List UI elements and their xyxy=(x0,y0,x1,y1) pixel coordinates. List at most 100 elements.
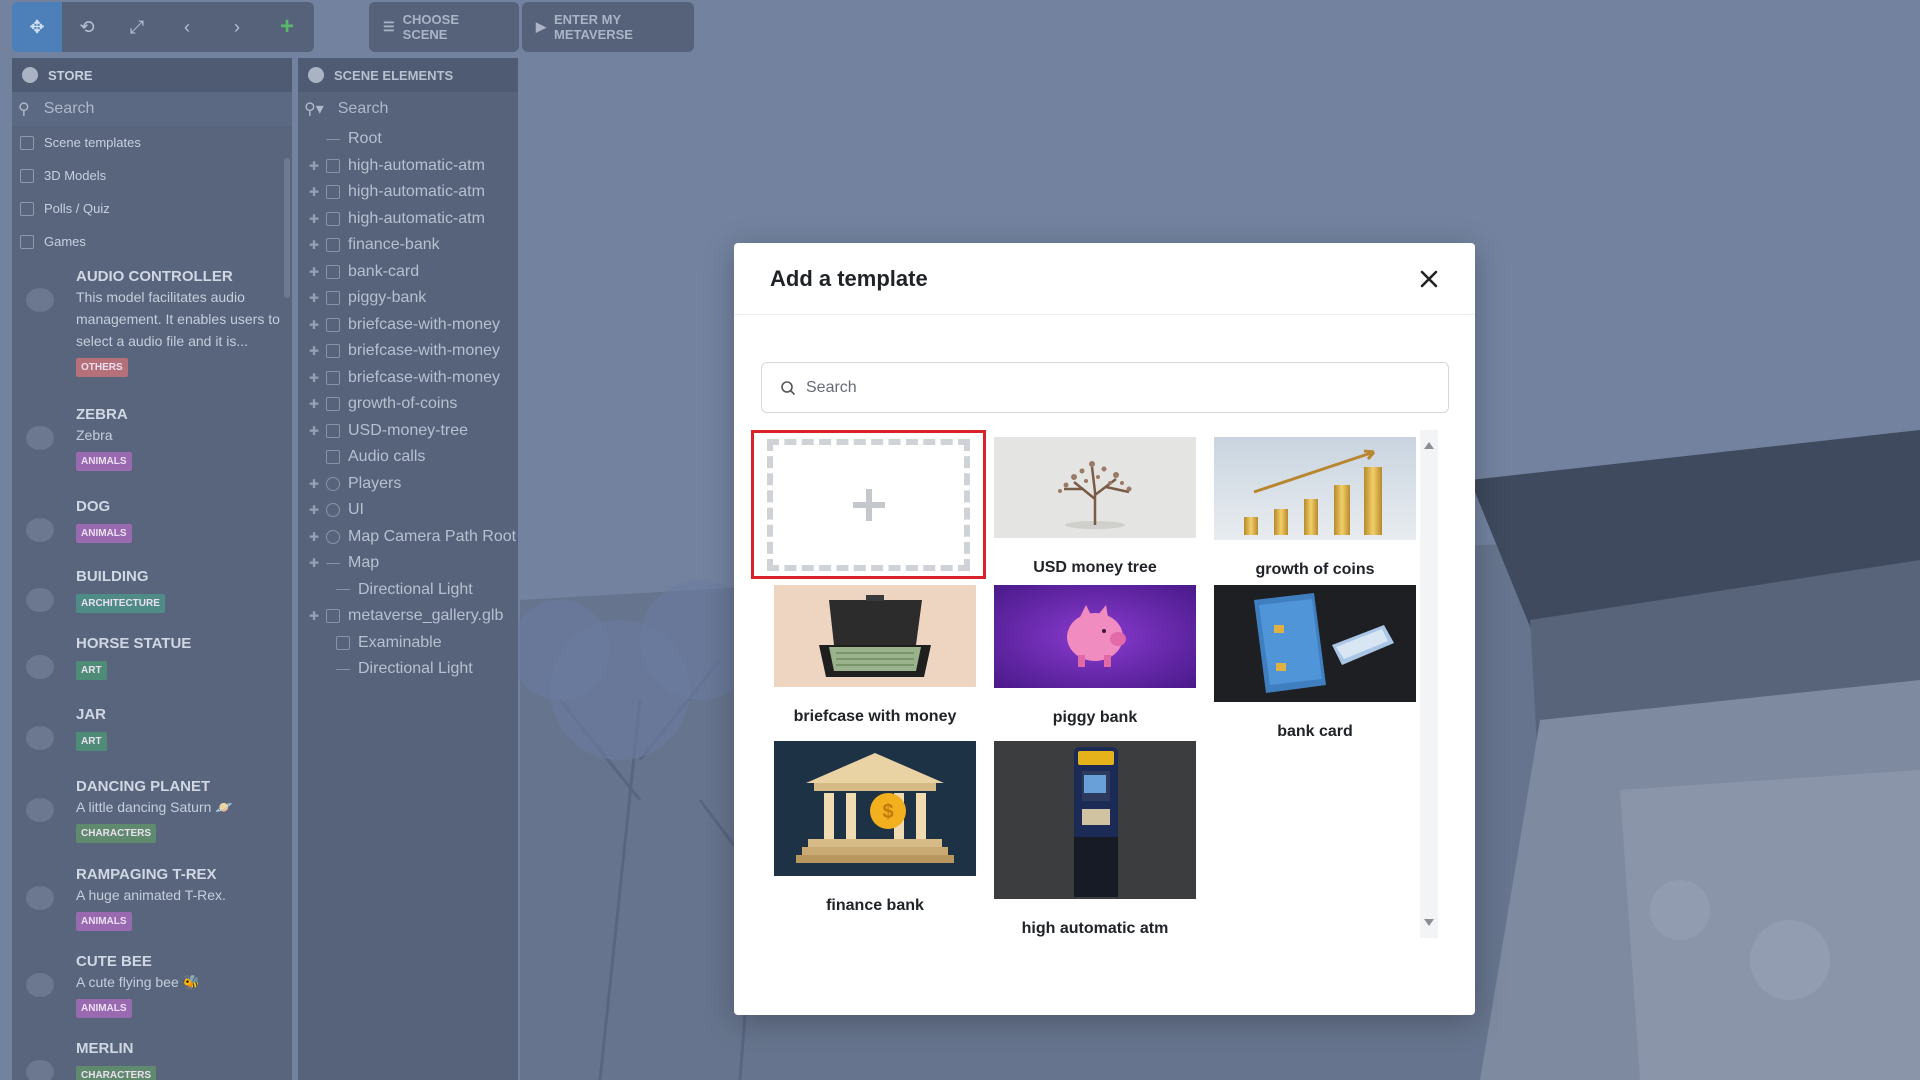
store-item-thumbnail xyxy=(18,714,62,758)
checkbox-icon[interactable] xyxy=(20,135,34,150)
scene-tree-node[interactable]: ✚ briefcase-with-money xyxy=(306,365,518,392)
redo-icon[interactable]: › xyxy=(212,2,262,52)
scene-tree-node[interactable]: ✚ briefcase-with-money xyxy=(306,338,518,365)
expand-icon[interactable]: ✚ xyxy=(306,185,322,199)
expand-icon[interactable]: ✚ xyxy=(306,212,322,226)
store-item-category-badge: ANIMALS xyxy=(76,452,132,471)
expand-icon[interactable]: ✚ xyxy=(306,291,322,305)
store-item-category-badge: ARCHITECTURE xyxy=(76,594,165,613)
scale-icon[interactable]: ⤢ xyxy=(112,2,162,52)
expand-icon[interactable]: ✚ xyxy=(306,371,322,385)
scroll-down-icon[interactable] xyxy=(1424,919,1434,926)
expand-icon[interactable]: ✚ xyxy=(306,503,322,517)
expand-icon[interactable]: ✚ xyxy=(306,159,322,173)
store-item-title: HORSE STATUE xyxy=(76,635,192,652)
tree-node-label: Examinable xyxy=(358,633,442,651)
expand-icon[interactable]: ✚ xyxy=(306,477,322,491)
scene-tree-node[interactable]: ✚ metaverse_gallery.glb xyxy=(306,603,518,630)
expand-icon[interactable]: ✚ xyxy=(306,265,322,279)
template-card-bank-card[interactable]: bank card xyxy=(1214,585,1416,741)
add-icon[interactable]: + xyxy=(262,2,312,52)
store-item-category-badge: ART xyxy=(76,732,107,751)
store-item-title: DOG xyxy=(76,498,111,515)
store-filter-checkbox[interactable]: 3D Models xyxy=(12,159,292,192)
store-search[interactable]: ⚲ Search xyxy=(12,92,292,126)
expand-icon[interactable]: ✚ xyxy=(306,556,322,570)
scene-tree-node[interactable]: Audio calls xyxy=(306,444,518,471)
scene-tree-node[interactable]: ✚ Map xyxy=(306,550,518,577)
scene-tree-node[interactable]: ✚ piggy-bank xyxy=(306,285,518,312)
node-type-icon xyxy=(326,238,340,253)
store-item-thumbnail xyxy=(18,961,62,1005)
move-icon[interactable]: ✥ xyxy=(12,2,62,52)
store-item-description: Zebra xyxy=(76,427,113,443)
undo-icon[interactable]: ‹ xyxy=(162,2,212,52)
scene-tree-node[interactable]: ✚ high-automatic-atm xyxy=(306,179,518,206)
template-label: high automatic atm xyxy=(1021,920,1169,937)
template-card-high-automatic-atm[interactable]: high automatic atm xyxy=(994,741,1196,938)
checkbox-icon[interactable] xyxy=(20,201,34,216)
template-search-input[interactable] xyxy=(806,378,1406,397)
scene-tree-node[interactable]: ✚ finance-bank xyxy=(306,232,518,259)
expand-icon[interactable]: ✚ xyxy=(306,530,322,544)
scene-tree-node[interactable]: Root xyxy=(306,126,518,153)
checkbox-icon[interactable] xyxy=(20,168,34,183)
template-card-piggy-bank[interactable]: piggy bank xyxy=(994,585,1196,727)
scene-elements-search[interactable]: ⚲▾ Search xyxy=(298,92,518,126)
expand-icon[interactable]: ✚ xyxy=(306,397,322,411)
expand-icon[interactable]: ✚ xyxy=(306,318,322,332)
node-type-icon xyxy=(336,589,350,591)
node-type-icon xyxy=(326,503,340,518)
search-icon: ⚲ xyxy=(18,101,30,118)
template-search-field[interactable] xyxy=(761,362,1449,413)
store-filter-checkbox[interactable]: Scene templates xyxy=(12,126,292,159)
scene-tree-node[interactable]: Examinable xyxy=(306,630,518,657)
choose-scene-button[interactable]: ☰ CHOOSE SCENE xyxy=(369,2,519,52)
store-filter-checkbox[interactable]: Games xyxy=(12,225,292,258)
scene-tree-node[interactable]: ✚ UI xyxy=(306,497,518,524)
add-blank-template-button[interactable] xyxy=(751,430,986,579)
template-card-growth-of-coins[interactable]: growth of coins xyxy=(1214,437,1416,579)
store-header: STORE xyxy=(12,58,292,92)
scene-search-placeholder: Search xyxy=(337,100,389,117)
tree-node-label: finance-bank xyxy=(348,236,440,254)
template-card-finance-bank[interactable]: $ finance bank xyxy=(774,741,976,915)
expand-icon[interactable]: ✚ xyxy=(306,344,322,358)
scene-tree-node[interactable]: ✚ high-automatic-atm xyxy=(306,153,518,180)
expand-icon[interactable]: ✚ xyxy=(306,609,322,623)
template-label: finance bank xyxy=(826,897,924,914)
close-icon[interactable] xyxy=(1417,267,1441,291)
template-grid: USD money tree growth of coins briefcase… xyxy=(751,430,1451,938)
store-item-title: AUDIO CONTROLLER xyxy=(76,268,233,285)
scene-tree-node[interactable]: ✚ growth-of-coins xyxy=(306,391,518,418)
search-icon xyxy=(781,380,795,395)
expand-icon[interactable]: ✚ xyxy=(306,424,322,438)
scene-tree-node[interactable]: Directional Light xyxy=(306,577,518,604)
finance-bank-image: $ xyxy=(774,741,976,876)
rotate-icon[interactable]: ⟲ xyxy=(62,2,112,52)
blank-template-placeholder xyxy=(767,438,970,571)
node-type-icon xyxy=(326,211,340,226)
template-scrollbar[interactable] xyxy=(1420,430,1438,938)
template-card-usd-money-tree[interactable]: USD money tree xyxy=(994,437,1196,577)
scene-tree-node[interactable]: ✚ Map Camera Path Root xyxy=(306,524,518,551)
scene-tree-node[interactable]: ✚ briefcase-with-money xyxy=(306,312,518,339)
store-item-thumbnail xyxy=(18,1048,62,1080)
filter-label: Games xyxy=(44,234,86,249)
enter-metaverse-button[interactable]: ▶ ENTER MY METAVERSE xyxy=(522,2,694,52)
node-type-icon xyxy=(326,450,340,465)
scene-tree-node[interactable]: ✚ USD-money-tree xyxy=(306,418,518,445)
scene-tree-node[interactable]: ✚ Players xyxy=(306,471,518,498)
dialog-title: Add a template xyxy=(770,265,928,291)
checkbox-icon[interactable] xyxy=(20,234,34,249)
scene-tree-node[interactable]: ✚ bank-card xyxy=(306,259,518,286)
template-card-briefcase-with-money[interactable]: briefcase with money xyxy=(774,585,976,726)
scene-tree-node[interactable]: ✚ high-automatic-atm xyxy=(306,206,518,233)
store-item-category-badge: ANIMALS xyxy=(76,912,132,931)
scene-tree-node[interactable]: Directional Light xyxy=(306,656,518,683)
expand-icon[interactable]: ✚ xyxy=(306,238,322,252)
store-filter-checkbox[interactable]: Polls / Quiz xyxy=(12,192,292,225)
tree-node-label: bank-card xyxy=(348,262,420,280)
scroll-up-icon[interactable] xyxy=(1424,442,1434,449)
store-scrollbar[interactable] xyxy=(284,158,290,298)
